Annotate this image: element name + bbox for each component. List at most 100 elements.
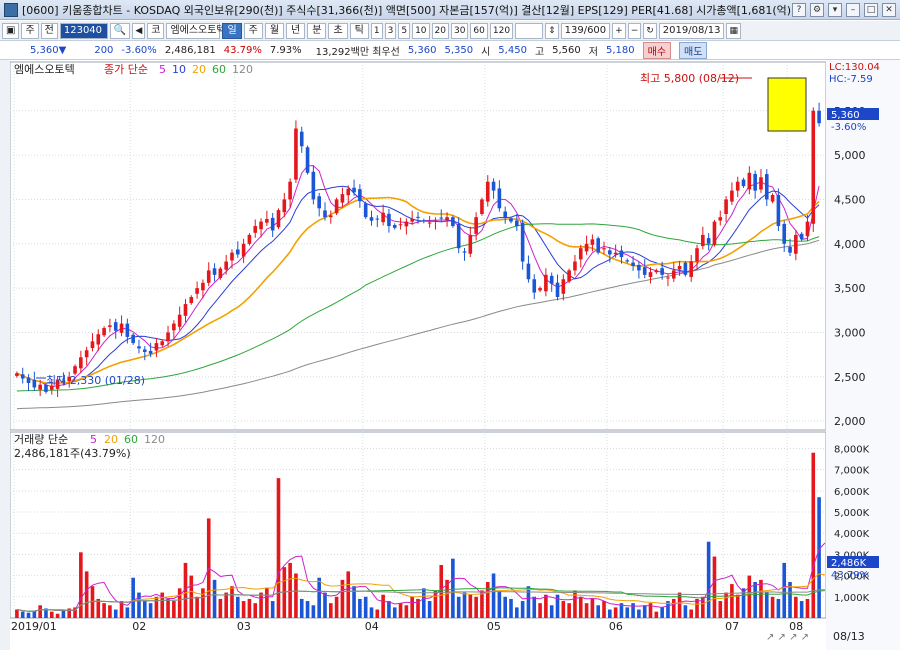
volume-bar <box>451 558 455 618</box>
help-icon[interactable]: ? <box>792 2 806 17</box>
candle-body <box>183 304 188 316</box>
candle-body <box>677 265 682 270</box>
custom-minute-input[interactable] <box>515 22 544 39</box>
tab-period-minute[interactable]: 분 <box>307 22 327 39</box>
volume-bar <box>276 478 281 618</box>
candle-body <box>689 261 694 277</box>
sell-button[interactable]: 매도 <box>679 42 708 59</box>
price-tag-value: 5,360 <box>831 110 860 121</box>
code-input[interactable]: 123040 <box>59 22 108 39</box>
hc-label: HC:-7.59 <box>829 74 873 85</box>
vol-ma-legend-5: 5 <box>90 433 97 446</box>
close-button[interactable]: ✕ <box>882 2 896 17</box>
volume-bar <box>654 611 659 618</box>
candle-body <box>451 217 455 227</box>
change-rate: -3.60% <box>121 45 157 56</box>
volume-bar <box>712 556 717 618</box>
volume-bar <box>334 596 339 618</box>
tab-period-year[interactable]: 년 <box>286 22 306 39</box>
minimize-button[interactable]: – <box>846 2 860 17</box>
candle-body <box>712 221 717 245</box>
candle-body <box>730 190 734 202</box>
minute-120[interactable]: 120 <box>489 22 514 39</box>
settings-icon[interactable]: ⚙ <box>810 2 824 17</box>
volume-bar <box>561 601 566 618</box>
candle-body <box>555 282 560 297</box>
tab-period-second[interactable]: 초 <box>328 22 348 39</box>
candle-body <box>154 343 159 351</box>
ma-legend-5: 5 <box>159 63 166 76</box>
minute-5[interactable]: 5 <box>398 22 411 39</box>
open-price: 5,450 <box>498 45 527 56</box>
minute-20[interactable]: 20 <box>431 22 449 39</box>
volume-bar <box>241 601 246 618</box>
candle-body <box>753 173 757 191</box>
ask-price: 5,360 <box>407 45 437 56</box>
volume-bar <box>794 596 798 618</box>
minute-3[interactable]: 3 <box>384 22 397 39</box>
candle-body <box>695 248 699 262</box>
tab-period-day[interactable]: 일 <box>222 22 242 39</box>
highlight-box[interactable] <box>767 77 807 132</box>
volume-bar <box>172 601 176 618</box>
candle-body <box>445 217 449 221</box>
minute-1[interactable]: 1 <box>370 22 383 39</box>
candle-body <box>317 196 321 209</box>
search-icon[interactable]: 🔍 <box>109 22 131 39</box>
volume-bar <box>526 586 531 618</box>
tab-period-month[interactable]: 월 <box>264 22 285 39</box>
zoom-in-icon[interactable]: + <box>612 22 626 39</box>
volume-tick-label: 4,000K <box>834 529 870 540</box>
volume-bar <box>782 562 787 618</box>
volume-bar <box>247 598 252 618</box>
refresh-icon[interactable]: ↻ <box>643 22 657 39</box>
volume-tick-label: 5,000K <box>834 508 870 519</box>
candle-body <box>590 239 595 245</box>
volume-bar <box>491 573 496 618</box>
volume-bar <box>759 579 763 618</box>
date-input[interactable]: 2019/08/13 <box>658 22 725 39</box>
maximize-button[interactable]: □ <box>864 2 878 17</box>
pin-icon[interactable]: ▾ <box>828 2 842 17</box>
candle-body <box>817 110 821 124</box>
candle-body <box>265 218 269 223</box>
candle-body <box>142 349 147 352</box>
candle-body <box>323 210 327 218</box>
ma-legend-60: 60 <box>212 63 226 76</box>
calendar-icon[interactable]: ▦ <box>726 22 741 39</box>
high-price: 5,560 <box>552 45 581 56</box>
candle-body <box>375 218 380 220</box>
minute-10[interactable]: 10 <box>412 22 430 39</box>
type-select[interactable]: 전 <box>40 22 58 39</box>
count-input[interactable]: 139/600 <box>560 22 611 39</box>
price-tag-rate: -3.60% <box>831 122 866 133</box>
candle-body <box>79 357 83 369</box>
volume-bar <box>584 603 589 618</box>
candle-body <box>346 188 351 196</box>
layout-icon[interactable]: ▣ <box>2 22 20 39</box>
prev-icon[interactable]: ◀ <box>132 22 146 39</box>
buy-button[interactable]: 매수 <box>642 42 672 59</box>
volume-bar <box>49 611 54 618</box>
minute-30[interactable]: 30 <box>450 22 469 39</box>
volume-bar <box>381 594 385 618</box>
spin-icon[interactable]: ⇕ <box>545 22 559 39</box>
volume-bar <box>294 573 298 618</box>
candle-body <box>119 323 124 333</box>
candle-body <box>619 250 624 258</box>
volume-bar <box>660 607 664 618</box>
volume-bar <box>212 579 217 618</box>
volume-bar <box>108 605 112 618</box>
volume-bar <box>154 596 159 618</box>
minute-60[interactable]: 60 <box>470 22 488 39</box>
tab-period-week[interactable]: 주 <box>243 22 263 39</box>
candle-body <box>96 334 101 345</box>
code-label: 코 <box>147 22 165 39</box>
tab-period-tick[interactable]: 틱 <box>349 22 369 39</box>
drawing-tools-icon[interactable]: ↗ ↗ ↗ ↗ <box>766 632 809 643</box>
market-select[interactable]: 주 <box>21 22 39 39</box>
chart-area[interactable]: 2,0002,5003,0003,5004,0004,5005,0005,500… <box>0 60 900 650</box>
date-tick-label: 2019/01 <box>11 620 57 633</box>
zoom-out-icon[interactable]: − <box>627 22 642 39</box>
volume-bar <box>764 592 769 618</box>
